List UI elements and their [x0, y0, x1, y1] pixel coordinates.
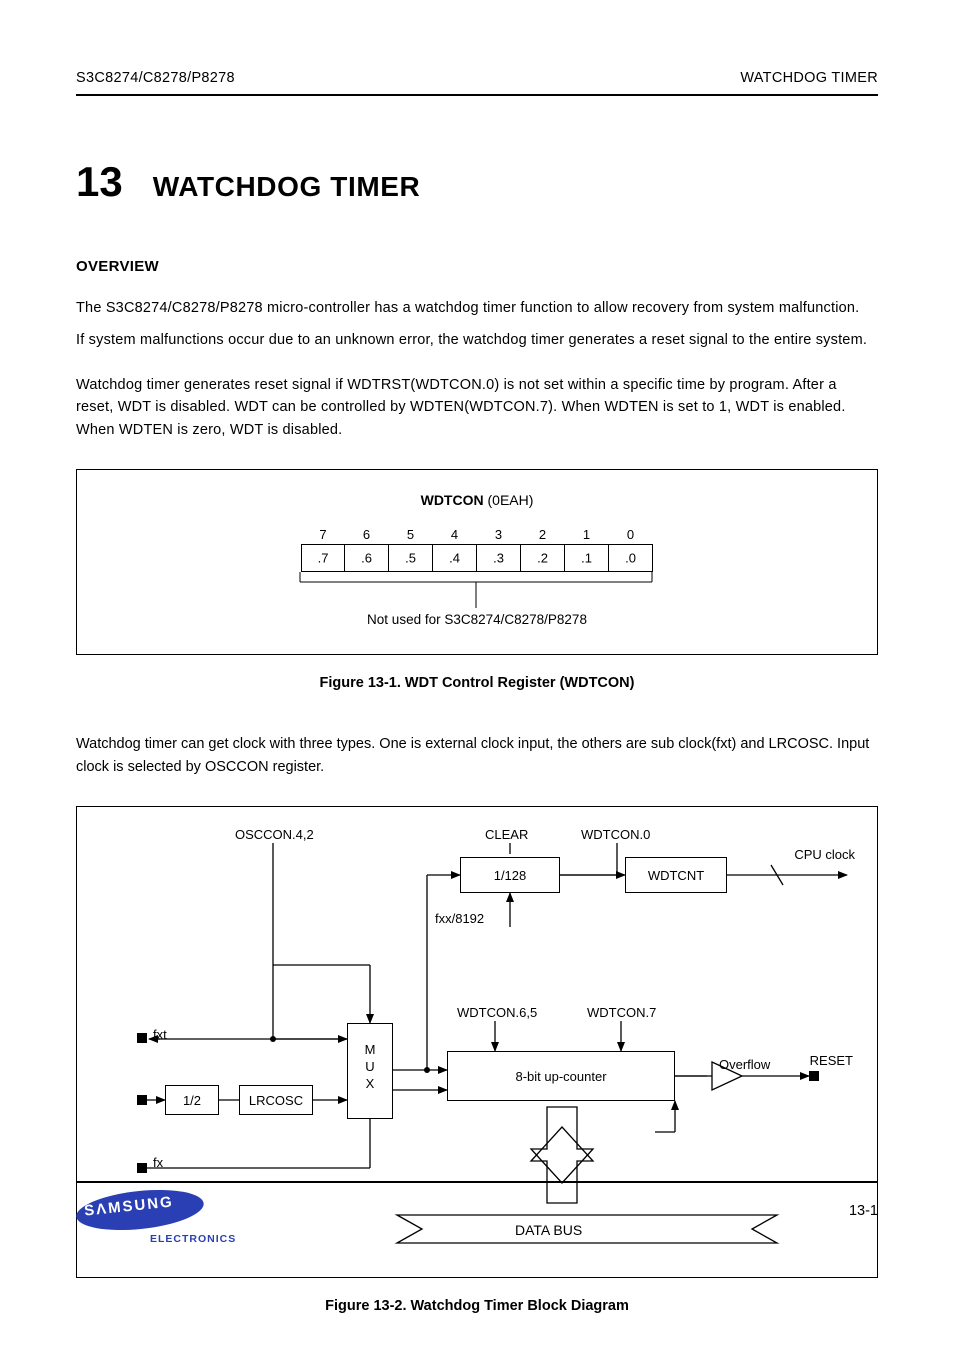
lbl-clear: CLEAR — [485, 827, 528, 842]
box-1-128: 1/128 — [460, 857, 560, 893]
overview-p3: Watchdog timer generates reset signal if… — [76, 374, 878, 441]
pad-fxt — [137, 1033, 147, 1043]
box-div2: 1/2 — [165, 1085, 219, 1115]
figure1-caption: Figure 13-1. WDT Control Register (WDTCO… — [76, 675, 878, 691]
lbl-wdtcon7: WDTCON.7 — [587, 1005, 656, 1020]
register-bitfield: 7 .7 6 .6 5 .5 4 .4 3 .3 2 .2 — [301, 544, 653, 572]
lbl-oscon: OSCCON.4,2 — [235, 827, 314, 842]
header-divider — [76, 94, 878, 96]
box-wdtcnt: WDTCNT — [625, 857, 727, 893]
bit-3: 3 .3 — [477, 544, 521, 572]
bit-1: 1 .1 — [565, 544, 609, 572]
bit-5: 5 .5 — [389, 544, 433, 572]
section-overview-heading: OVERVIEW — [76, 258, 878, 275]
reg-name: WDTCON — [421, 492, 484, 508]
box-mux: M U X — [347, 1023, 393, 1119]
pad-reset — [809, 1071, 819, 1081]
bit-0: 0 .0 — [609, 544, 653, 572]
lbl-overflow: Overflow — [719, 1057, 770, 1072]
reg-addr: (0EAH) — [487, 492, 533, 508]
chapter-number: 13 — [76, 158, 123, 206]
fig1-group-label: Not used for S3C8274/C8278/P8278 — [77, 612, 877, 627]
overview-p1: The S3C8274/C8278/P8278 micro-controller… — [76, 297, 878, 319]
bit-6: 6 .6 — [345, 544, 389, 572]
lbl-fx: fx — [153, 1155, 163, 1170]
logo-sub-text: ELECTRONICS — [150, 1233, 236, 1245]
lbl-fxx8192: fxx/8192 — [435, 911, 484, 926]
bit-2: 2 .2 — [521, 544, 565, 572]
bit-4: 4 .4 — [433, 544, 477, 572]
header-left: S3C8274/C8278/P8278 — [76, 70, 235, 86]
footer-divider — [76, 1181, 878, 1183]
chapter-title: WATCHDOG TIMER — [153, 171, 421, 203]
lbl-cpu-clock: CPU clock — [794, 847, 855, 862]
box-8bit-counter: 8-bit up-counter — [447, 1051, 675, 1101]
pad-fx-in — [137, 1095, 147, 1105]
figure2-caption: Figure 13-2. Watchdog Timer Block Diagra… — [76, 1298, 878, 1314]
lbl-wdtcon0: WDTCON.0 — [581, 827, 650, 842]
pad-fx-out — [137, 1163, 147, 1173]
figure-wdtcon-register: WDTCON (0EAH) 7 .7 6 .6 5 .5 4 .4 3 — [76, 469, 878, 655]
header-right: WATCHDOG TIMER — [740, 70, 878, 86]
brand-logo: SΛMSUNG ELECTRONICS — [76, 1191, 226, 1245]
between-paragraph: Watchdog timer can get clock with three … — [76, 733, 878, 778]
lbl-fxt: fxt — [153, 1027, 167, 1042]
bit-7: 7 .7 — [301, 544, 345, 572]
box-lrcosc: LRCOSC — [239, 1085, 313, 1115]
lbl-reset: RESET — [810, 1053, 853, 1068]
lbl-wdtcon65: WDTCON.6,5 — [457, 1005, 537, 1020]
page-number: 13-1 — [849, 1203, 878, 1219]
lbl-databus: DATA BUS — [515, 1222, 582, 1238]
overview-p2: If system malfunctions occur due to an u… — [76, 329, 878, 351]
